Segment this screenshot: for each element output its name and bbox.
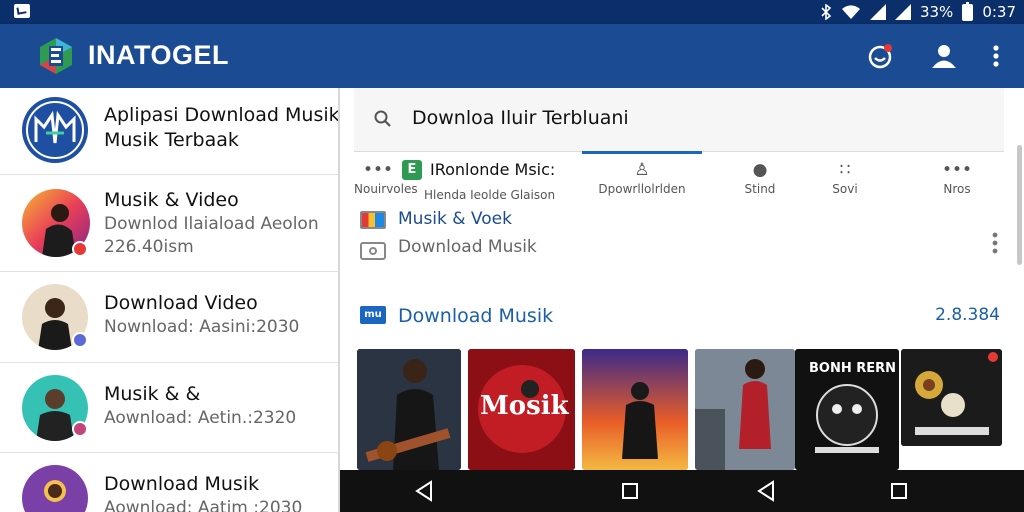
tab-indicator-row bbox=[354, 151, 1004, 154]
account-button[interactable] bbox=[928, 40, 960, 72]
list-item-title: Aplipasi Download Musik bbox=[104, 104, 340, 126]
app-list: Aplipasi Download Musik Musik Terbaak Mu… bbox=[0, 88, 340, 512]
more-dots-icon: ••• bbox=[362, 160, 394, 180]
avatar bbox=[22, 465, 88, 512]
app-logo-icon bbox=[40, 38, 72, 74]
list-item-title: Download Video bbox=[104, 292, 258, 314]
guitarist-thumbnail[interactable] bbox=[357, 349, 461, 470]
list-item-subtitle-2: 226.40ism bbox=[104, 237, 194, 257]
person-icon: ♙ bbox=[634, 160, 650, 180]
poster-caption: Mosik bbox=[480, 391, 569, 421]
row-more-icon[interactable] bbox=[991, 231, 999, 255]
back-icon-2[interactable] bbox=[755, 480, 777, 502]
performer-image bbox=[695, 349, 795, 470]
scrollbar[interactable] bbox=[1017, 145, 1022, 265]
bonher-poster-thumbnail[interactable]: BONH RERN bbox=[795, 349, 899, 470]
signal-icon-2 bbox=[894, 4, 911, 20]
list-item-subtitle: Downlod Ilaiaload Aeolon bbox=[104, 214, 319, 234]
battery-icon bbox=[962, 1, 974, 21]
search-icon bbox=[374, 110, 391, 127]
list-item-subtitle: Nownload: Aasini:2030 bbox=[104, 317, 300, 337]
row-download-music[interactable]: Download Musik bbox=[360, 236, 1000, 262]
status-bar: 33% 0:37 bbox=[0, 0, 1024, 24]
section-title: Download Musik bbox=[398, 305, 554, 327]
tab-sound[interactable]: ● Stind bbox=[730, 160, 790, 196]
app-logo-icon: E bbox=[402, 160, 422, 180]
battery-percent: 33% bbox=[919, 3, 954, 21]
flower-poster-thumbnail[interactable] bbox=[901, 349, 1002, 446]
thumbnail-strip: Mosik BONH RERN bbox=[357, 349, 1024, 470]
list-item-title: Musik & & bbox=[104, 383, 201, 405]
status-badge bbox=[72, 241, 88, 257]
search-input[interactable]: Downloa Iluir Terbluani bbox=[412, 107, 629, 129]
film-icon bbox=[360, 211, 386, 229]
grid-icon: ∷ bbox=[839, 160, 851, 180]
equalizer-logo-icon bbox=[26, 101, 84, 159]
search-bar[interactable]: Downloa Iluir Terbluani bbox=[354, 88, 1004, 152]
bluetooth-icon bbox=[821, 4, 832, 20]
list-item-title: Musik & Video bbox=[104, 189, 239, 211]
tab-save[interactable]: ∷ Sovi bbox=[820, 160, 870, 196]
recents-icon[interactable] bbox=[619, 480, 641, 502]
status-icons: 33% 0:37 bbox=[820, 1, 1016, 22]
avatar bbox=[22, 97, 88, 163]
active-tab-indicator bbox=[582, 151, 702, 154]
list-item-subtitle: Musik Terbaak bbox=[104, 129, 239, 151]
notifications-button[interactable] bbox=[864, 40, 896, 72]
singer-poster-image bbox=[582, 349, 688, 470]
tab-downloader[interactable]: ♙ Dpowrllolrlden bbox=[592, 160, 692, 196]
signal-icon bbox=[869, 4, 886, 20]
more-vertical-icon bbox=[993, 45, 999, 67]
poster-caption: BONH RERN bbox=[809, 361, 897, 376]
list-item-subtitle: Aownload: Aetin.:2320 bbox=[104, 408, 297, 428]
back-icon[interactable] bbox=[413, 480, 435, 502]
guitarist-image bbox=[357, 349, 461, 470]
music-folder-icon: mu bbox=[360, 306, 386, 324]
row-label: Download Musik bbox=[398, 237, 537, 257]
app-bar: INATOGEL bbox=[0, 24, 1024, 88]
tab-bar: ••• Nouirvoles E IRonlonde Msic: Hlenda … bbox=[354, 160, 1004, 208]
flower-poster-image bbox=[901, 349, 1002, 446]
status-badge bbox=[72, 421, 88, 437]
more-dots-icon: ••• bbox=[941, 160, 973, 180]
row-label: Musik & Voek bbox=[398, 209, 512, 229]
list-item-title: Download Musik bbox=[104, 473, 260, 495]
main-content: Downloa Iluir Terbluani ••• Nouirvoles E… bbox=[340, 88, 1024, 470]
clock: 0:37 bbox=[982, 3, 1016, 21]
list-item-subtitle: Aownload: Aatim :2030 bbox=[104, 498, 303, 512]
tab-news[interactable]: ••• Nouirvoles bbox=[354, 160, 418, 196]
tab-more[interactable]: ••• Nros bbox=[932, 160, 982, 196]
person-icon bbox=[932, 45, 956, 68]
status-badge bbox=[72, 332, 88, 348]
mic-icon: ● bbox=[752, 160, 768, 180]
list-item[interactable]: Musik & Video Downlod Ilaiaload Aeolon 2… bbox=[0, 175, 338, 272]
performer-thumbnail[interactable] bbox=[695, 349, 795, 470]
section-count: 2.8.384 bbox=[935, 305, 1000, 325]
list-item[interactable]: Musik & & Aownload: Aetin.:2320 bbox=[0, 363, 338, 453]
notification-bell-icon bbox=[868, 44, 892, 69]
person-avatar-icon bbox=[44, 480, 66, 502]
tab-heading: IRonlonde Msic: bbox=[430, 160, 556, 179]
singer-poster-thumbnail[interactable] bbox=[582, 349, 688, 470]
notification-icon bbox=[14, 4, 30, 18]
recents-icon-2[interactable] bbox=[888, 480, 910, 502]
navigation-bar bbox=[340, 470, 1024, 512]
app-title: INATOGEL bbox=[88, 40, 230, 70]
overflow-menu-button[interactable] bbox=[980, 40, 1012, 72]
wifi-icon bbox=[841, 5, 860, 19]
folder-icon bbox=[360, 242, 386, 260]
mosik-poster-thumbnail[interactable]: Mosik bbox=[468, 349, 575, 470]
row-music-video[interactable]: Musik & Voek bbox=[360, 209, 980, 233]
list-item[interactable]: Download Musik Aownload: Aatim :2030 bbox=[0, 453, 338, 512]
list-item[interactable]: Download Video Nownload: Aasini:2030 bbox=[0, 272, 338, 363]
list-item[interactable]: Aplipasi Download Musik Musik Terbaak bbox=[0, 88, 338, 175]
tab-label: Hlenda Ieolde Glaison bbox=[424, 188, 556, 202]
